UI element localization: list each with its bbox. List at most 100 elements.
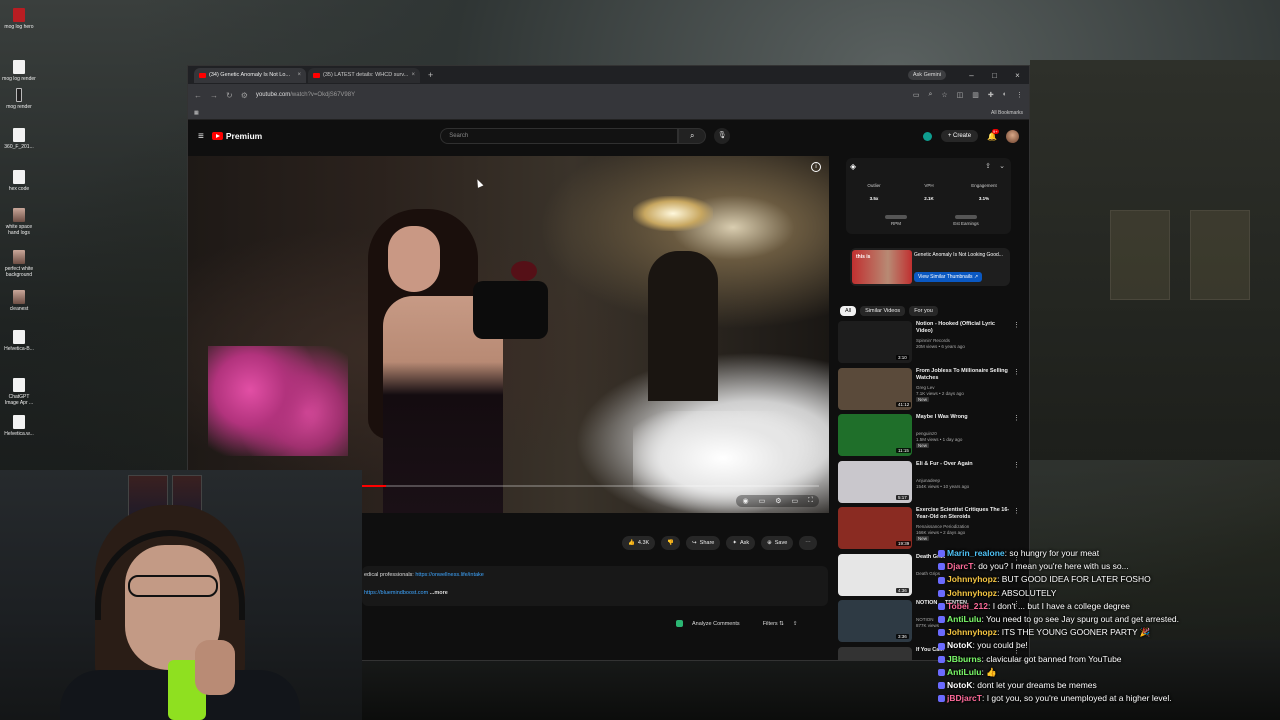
fullscreen-icon[interactable]: ⛶ <box>808 497 813 505</box>
tab-genetic-anomaly[interactable]: (34) Genetic Anomaly Is Not Lo... × <box>194 67 306 83</box>
create-button[interactable]: + Create <box>940 130 979 142</box>
analyze-comments-button[interactable]: Analyze Comments <box>692 621 740 627</box>
search-input[interactable]: Search <box>440 128 679 144</box>
more-options-icon[interactable]: ⋮ <box>1013 321 1020 329</box>
chat-username[interactable]: Tobei_212 <box>947 601 988 611</box>
description-link-bluemind[interactable]: https://bluemindboost.com <box>364 590 428 596</box>
vidiq-icon[interactable] <box>922 131 932 141</box>
video-thumbnail[interactable] <box>838 646 912 660</box>
save-button[interactable]: ⊕ Save <box>761 536 794 550</box>
chevron-down-icon[interactable]: ⌄ <box>999 162 1005 170</box>
ask-gemini-button[interactable]: Ask Gemini <box>907 70 946 80</box>
desktop-icon[interactable]: hex code <box>2 170 36 192</box>
chat-username[interactable]: Johnnyhopz <box>947 627 997 637</box>
chat-username[interactable]: Johnnyhopz <box>947 588 997 598</box>
chat-username[interactable]: AntiLulu <box>947 667 981 677</box>
more-options-icon[interactable]: ⋮ <box>1013 461 1020 469</box>
minimize-icon[interactable]: – <box>960 71 983 80</box>
recommended-video[interactable]: 5:17 Eli & Fur - Over Again Anjunadeep 154K… <box>838 460 1023 505</box>
youtube-logo[interactable]: Premium <box>211 131 262 141</box>
avatar[interactable] <box>1006 129 1019 143</box>
zoom-icon[interactable]: ⌕ <box>928 91 932 99</box>
chat-username[interactable]: JBburns <box>947 654 981 664</box>
hamburger-menu-icon[interactable]: ≡ <box>198 131 204 142</box>
desktop-icon[interactable]: cleanest <box>2 290 36 312</box>
ask-button[interactable]: ✦ Ask <box>726 536 756 550</box>
export-icon[interactable]: ⇪ <box>793 621 798 627</box>
bookmark-star-icon[interactable]: ☆ <box>941 91 947 99</box>
reload-icon[interactable]: ↻ <box>226 91 233 100</box>
desktop-icon[interactable]: Helvetica-B... <box>2 330 36 352</box>
forward-icon[interactable]: → <box>210 91 218 100</box>
upload-icon[interactable]: ⇪ <box>985 162 991 170</box>
like-button[interactable]: 👍 4.3K <box>622 536 656 550</box>
desktop-icon[interactable]: mog log render <box>2 60 36 82</box>
more-options-icon[interactable]: ⋮ <box>1013 368 1020 376</box>
desktop-icon[interactable]: 360_F_201... <box>2 128 36 150</box>
cast-icon[interactable]: ▭ <box>913 91 920 99</box>
video-title[interactable]: Eli & Fur - Over Again <box>916 461 1012 468</box>
url-field[interactable]: youtube.com/watch?v=OkdjS67V98Y <box>256 92 905 98</box>
more-actions-button[interactable]: ⋯ <box>799 536 817 550</box>
sidepanel-icon[interactable]: ▥ <box>972 91 979 99</box>
chip-all[interactable]: All <box>840 306 857 316</box>
microphone-icon[interactable]: 🎙 <box>714 128 731 144</box>
recommended-video[interactable]: 3:10 Notion - Hooked (Official Lyric Vide… <box>838 321 1023 365</box>
site-info-icon[interactable]: ⚙ <box>241 91 248 100</box>
autoplay-toggle-icon[interactable]: ◉ <box>742 497 748 505</box>
maximize-icon[interactable]: □ <box>983 71 1006 80</box>
chat-username[interactable]: Marin_realone <box>947 548 1005 558</box>
recommended-video[interactable]: 41:12 From Jobless To Millionaire Selling… <box>838 367 1023 412</box>
extension-icon[interactable]: ◫ <box>957 91 964 99</box>
chat-username[interactable]: NotoK <box>947 640 973 650</box>
desktop-icon[interactable]: ChatGPT Image Apr ... <box>2 378 36 406</box>
video-title[interactable]: Maybe I Was Wrong <box>916 414 1012 421</box>
new-tab-button[interactable]: + <box>428 70 433 80</box>
notifications-bell-icon[interactable]: 🔔 9+ <box>987 128 999 141</box>
search-icon[interactable]: ⌕ <box>678 128 707 144</box>
apps-grid-icon[interactable]: ▦ <box>194 110 199 116</box>
tab-whcd[interactable]: (35) LATEST details: WHCD surv... × <box>308 67 420 83</box>
desktop-icon[interactable]: mog log hero <box>2 8 36 30</box>
filters-button[interactable]: Filters ⇅ <box>763 621 784 627</box>
profile-icon[interactable]: ◐ <box>1003 91 1007 99</box>
recommended-video[interactable]: 19:39 Exercise Scientist Critiques The 16… <box>838 507 1023 551</box>
video-title[interactable]: Notion - Hooked (Official Lyric Video) <box>916 321 1012 335</box>
subtitles-icon[interactable]: ▭ <box>759 497 766 505</box>
back-icon[interactable]: ← <box>194 91 202 100</box>
menu-dots-icon[interactable]: ⋮ <box>1016 91 1023 99</box>
extensions-puzzle-icon[interactable]: ✚ <box>988 91 994 99</box>
more-link[interactable]: ...more <box>430 590 448 596</box>
chip-for-you[interactable]: For you <box>909 306 938 316</box>
recommended-video[interactable]: 11:15 Maybe I Was Wrong penguinz0 1.5M view… <box>838 414 1023 458</box>
more-options-icon[interactable]: ⋮ <box>1013 414 1020 422</box>
info-icon[interactable]: i <box>811 162 821 172</box>
video-progress-bar[interactable] <box>358 485 819 487</box>
desktop-icon[interactable]: white space hand logs <box>2 208 36 236</box>
desktop-icon[interactable]: mog render <box>2 88 36 110</box>
close-tab-icon[interactable]: × <box>297 72 301 78</box>
desktop-icon[interactable]: perfect white background <box>2 250 36 278</box>
chat-username[interactable]: NotoK <box>947 680 973 690</box>
share-button[interactable]: ↪ Share <box>686 536 721 550</box>
more-options-icon[interactable]: ⋮ <box>1013 507 1020 515</box>
video-title[interactable]: From Jobless To Millionaire Selling Watc… <box>916 368 1012 382</box>
theater-mode-icon[interactable]: ▭ <box>791 497 798 505</box>
chat-username[interactable]: AntiLulu <box>947 614 981 624</box>
video-title[interactable]: Exercise Scientist Critiques The 16-Year… <box>916 507 1012 521</box>
description-link-intake[interactable]: https://onwellness.life/intake <box>415 572 483 578</box>
video-player[interactable]: i ◉ ▭ ⚙ ▭ ⛶ <box>188 156 829 513</box>
video-description[interactable]: edical professionals: https://onwellness… <box>362 566 828 606</box>
view-similar-thumbnails-button[interactable]: View Similar Thumbnails ↗ <box>914 272 983 282</box>
close-tab-icon[interactable]: × <box>411 72 415 78</box>
all-bookmarks-button[interactable]: All Bookmarks <box>991 110 1023 116</box>
chip-similar-videos[interactable]: Similar Videos <box>860 306 906 316</box>
desktop-icon[interactable]: Helvetica.w... <box>2 415 36 437</box>
chat-username[interactable]: jBDjarcT <box>947 693 982 703</box>
chat-badge-icon <box>938 642 945 650</box>
settings-gear-icon[interactable]: ⚙ <box>775 497 781 505</box>
dislike-button[interactable]: 👎 <box>661 536 681 550</box>
close-window-icon[interactable]: × <box>1006 71 1029 80</box>
chat-username[interactable]: Johnnyhopz <box>947 574 997 584</box>
chat-username[interactable]: DjarcT <box>947 561 973 571</box>
